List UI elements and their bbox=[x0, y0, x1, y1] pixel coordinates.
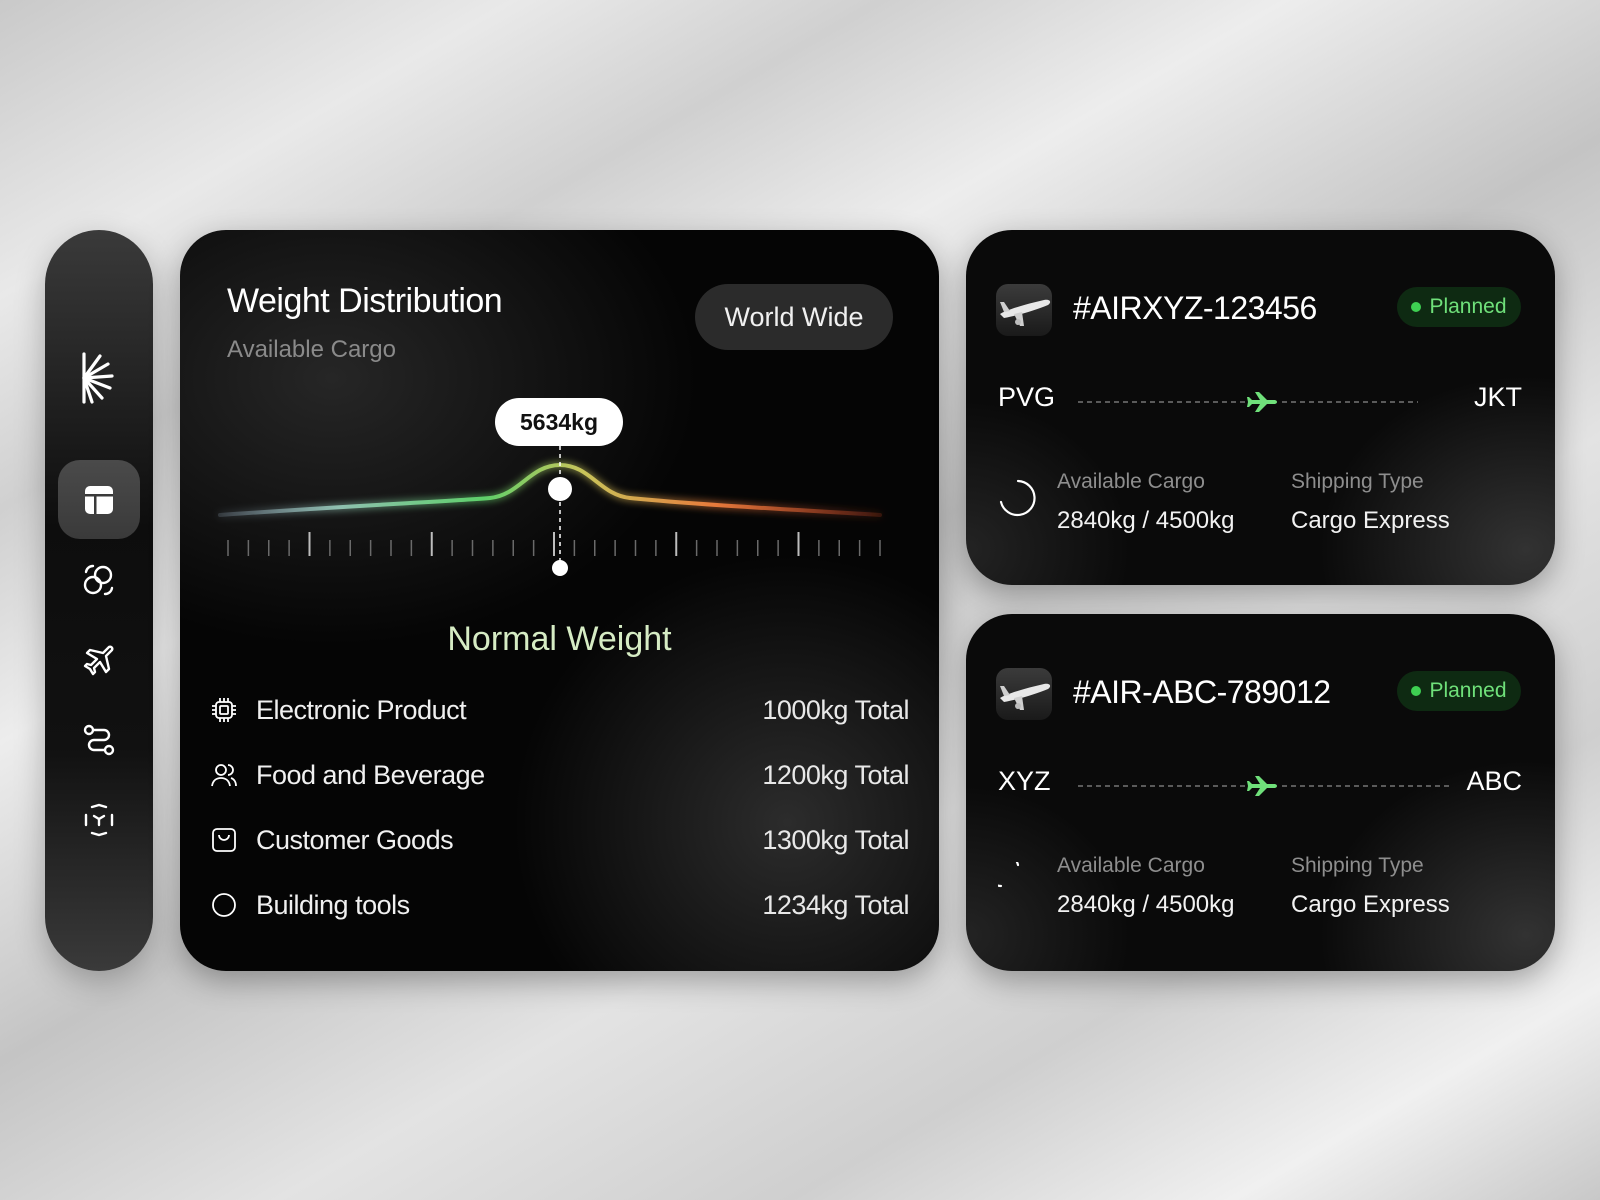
cargo-label: Available Cargo bbox=[1057, 854, 1205, 877]
category-value: 1200kg Total bbox=[762, 759, 909, 790]
category-row[interactable]: Building tools 1234kg Total bbox=[210, 880, 909, 930]
route-line bbox=[1078, 776, 1450, 796]
scan-box-icon bbox=[84, 803, 114, 836]
sidebar-item-routes[interactable] bbox=[58, 700, 140, 779]
origin-code: PVG bbox=[998, 382, 1056, 412]
brand-logo-icon bbox=[82, 352, 114, 404]
aircraft-thumbnail bbox=[996, 284, 1052, 336]
status-badge: Planned bbox=[1397, 671, 1521, 711]
shipping-label: Shipping Type bbox=[1291, 854, 1424, 877]
status-dot-icon bbox=[1411, 302, 1422, 312]
layout-icon bbox=[85, 485, 113, 514]
flight-id: #AIR-ABC-789012 bbox=[1073, 674, 1331, 710]
weight-distribution-card: Weight Distribution Available Cargo Worl… bbox=[180, 230, 939, 971]
flight-id: #AIRXYZ-123456 bbox=[1073, 290, 1317, 326]
bag-icon bbox=[210, 826, 238, 854]
sidebar-item-exchange[interactable] bbox=[58, 540, 140, 619]
region-filter-button[interactable]: World Wide bbox=[695, 284, 893, 350]
status-label: Planned bbox=[1429, 679, 1507, 702]
category-label: Customer Goods bbox=[256, 824, 454, 855]
current-weight-badge: 5634kg bbox=[495, 398, 623, 446]
cargo-value: 2840kg / 4500kg bbox=[1057, 507, 1235, 534]
category-row[interactable]: Customer Goods 1300kg Total bbox=[210, 815, 909, 865]
scale-ticks bbox=[227, 532, 881, 556]
category-value: 1234kg Total bbox=[762, 889, 909, 920]
category-label: Building tools bbox=[256, 889, 410, 920]
route-icon bbox=[83, 724, 115, 755]
exchange-icon bbox=[83, 564, 114, 595]
users-icon bbox=[210, 761, 238, 789]
status-label: Planned bbox=[1429, 295, 1507, 318]
origin-code: XYZ bbox=[998, 766, 1051, 796]
sidebar bbox=[45, 230, 153, 971]
weight-status-label: Normal Weight bbox=[447, 620, 672, 658]
category-label: Food and Beverage bbox=[256, 759, 485, 790]
shipping-value: Cargo Express bbox=[1291, 507, 1450, 534]
category-label: Electronic Product bbox=[256, 694, 467, 725]
category-value: 1000kg Total bbox=[762, 694, 909, 725]
sidebar-item-flights[interactable] bbox=[58, 620, 140, 699]
card-title: Weight Distribution bbox=[227, 282, 503, 320]
category-row[interactable]: Electronic Product 1000kg Total bbox=[210, 685, 909, 735]
marker-dot-top bbox=[548, 477, 572, 501]
route-plane-icon bbox=[1247, 776, 1277, 796]
chip-icon bbox=[210, 696, 238, 724]
aircraft-thumbnail bbox=[996, 668, 1052, 720]
category-value: 1300kg Total bbox=[762, 824, 909, 855]
cargo-value: 2840kg / 4500kg bbox=[1057, 891, 1235, 918]
shipping-value: Cargo Express bbox=[1291, 891, 1450, 918]
plane-icon bbox=[83, 645, 114, 675]
category-row[interactable]: Food and Beverage 1200kg Total bbox=[210, 750, 909, 800]
sidebar-item-scan[interactable] bbox=[58, 780, 140, 859]
flight-card[interactable]: #AIRXYZ-123456 Planned PVG JKT Available… bbox=[966, 230, 1555, 585]
destination-code: JKT bbox=[1473, 382, 1522, 412]
destination-code: ABC bbox=[1466, 766, 1522, 796]
cargo-progress-ring bbox=[998, 862, 1020, 888]
route-plane-icon bbox=[1247, 392, 1277, 412]
cargo-label: Available Cargo bbox=[1057, 470, 1205, 493]
marker-dot-bottom bbox=[552, 560, 568, 576]
sidebar-item-dashboard[interactable] bbox=[58, 460, 140, 539]
status-badge: Planned bbox=[1397, 287, 1521, 327]
shipping-label: Shipping Type bbox=[1291, 470, 1424, 493]
card-subtitle: Available Cargo bbox=[227, 336, 396, 363]
cargo-progress-ring bbox=[999, 479, 1036, 517]
circle-icon bbox=[210, 891, 238, 919]
status-dot-icon bbox=[1411, 686, 1422, 696]
route-line bbox=[1078, 392, 1418, 412]
flight-card[interactable]: #AIR-ABC-789012 Planned XYZ ABC Availabl… bbox=[966, 614, 1555, 971]
